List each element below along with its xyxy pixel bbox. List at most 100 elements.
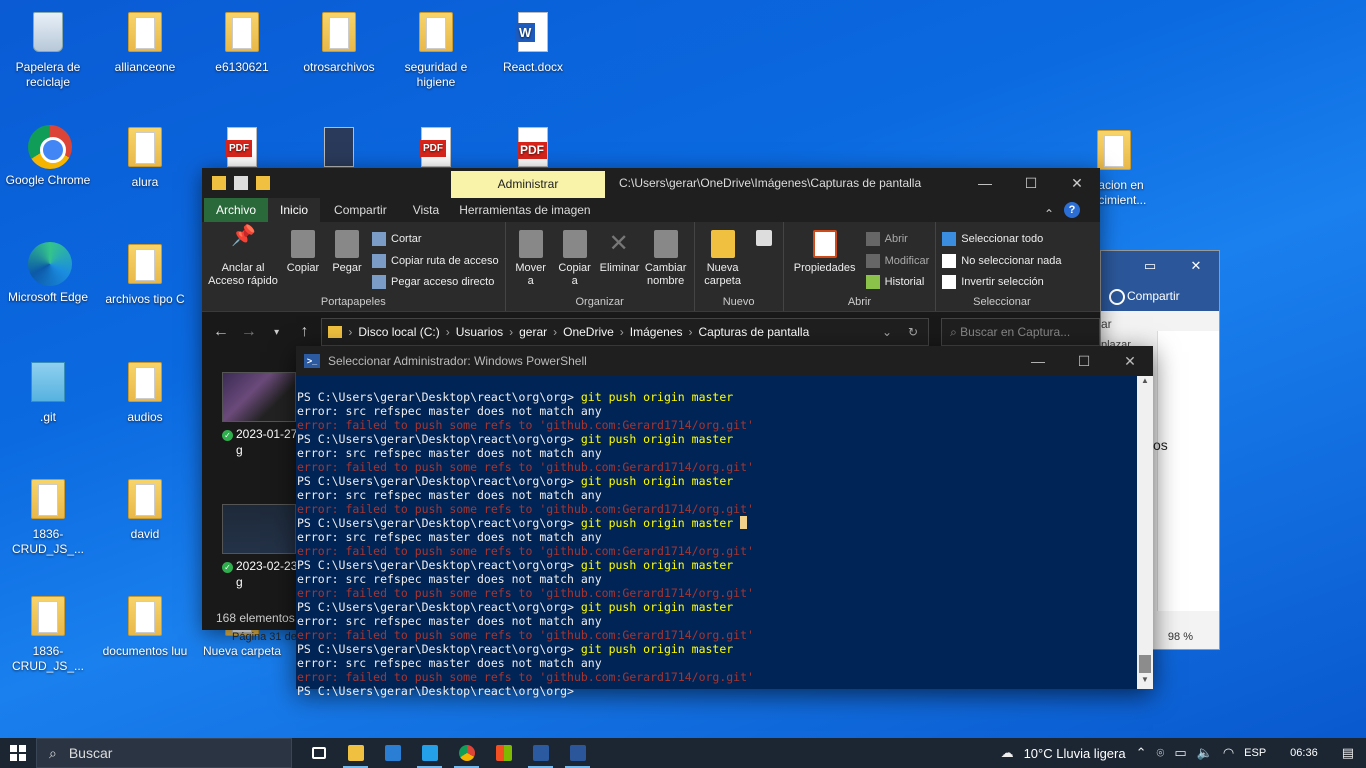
weather-icon[interactable]: ☁ bbox=[1001, 745, 1014, 761]
select-all-button[interactable]: Seleccionar todo bbox=[942, 230, 1061, 248]
share-button[interactable]: Compartir bbox=[1101, 281, 1219, 311]
tab-archivo[interactable]: Archivo bbox=[204, 198, 269, 222]
breadcrumb-item[interactable]: OneDrive bbox=[563, 325, 614, 339]
history-button[interactable]: Historial bbox=[865, 273, 930, 291]
tab-vista[interactable]: Vista bbox=[401, 198, 451, 222]
breadcrumb-item[interactable]: Capturas de pantalla bbox=[699, 325, 810, 339]
invert-selection-button[interactable]: Invertir selección bbox=[942, 273, 1061, 291]
properties-icon[interactable] bbox=[234, 176, 248, 190]
close-icon[interactable]: ✕ bbox=[1173, 251, 1219, 281]
zoom-level[interactable]: 98 % bbox=[1168, 631, 1193, 643]
open-button[interactable]: Abrir bbox=[865, 230, 930, 248]
folder-icon[interactable] bbox=[212, 176, 226, 190]
desktop-icon-label: React.docx bbox=[502, 60, 564, 74]
forward-arrow-icon[interactable]: → bbox=[238, 323, 260, 341]
taskbar-file-explorer[interactable] bbox=[337, 738, 374, 768]
copy-button[interactable]: Copiar bbox=[284, 228, 322, 291]
maximize-icon[interactable]: ☐ bbox=[1008, 168, 1054, 198]
task-view-button[interactable] bbox=[300, 738, 337, 768]
desktop-icon-david[interactable]: david bbox=[97, 477, 193, 542]
language-indicator[interactable]: ESP bbox=[1244, 747, 1266, 759]
meet-now-icon[interactable]: ⌾ bbox=[1157, 745, 1165, 761]
file-name[interactable]: ✓ 2023-02-23 g bbox=[222, 558, 297, 590]
chevron-down-icon[interactable]: ⌄ bbox=[882, 325, 892, 339]
notifications-icon[interactable]: ▤ bbox=[1342, 745, 1354, 761]
desktop-icon-react-docx[interactable]: W React.docx bbox=[485, 10, 581, 75]
breadcrumb-item[interactable]: Disco local (C:) bbox=[358, 325, 439, 339]
maximize-icon[interactable]: ☐ bbox=[1061, 346, 1107, 376]
desktop-icon-edge[interactable]: Microsoft Edge bbox=[0, 242, 96, 305]
desktop-icon-recycle-bin[interactable]: Papelera de reciclaje bbox=[0, 10, 96, 90]
taskbar-chrome[interactable] bbox=[448, 738, 485, 768]
recent-chevron-icon[interactable]: ▾ bbox=[266, 327, 288, 338]
copy-path-button[interactable]: Copiar ruta de acceso bbox=[372, 252, 499, 270]
desktop-icon-audios[interactable]: audios bbox=[97, 360, 193, 425]
console-output[interactable]: PS C:\Users\gerar\Desktop\react\org\org>… bbox=[296, 376, 1153, 726]
taskbar-powershell[interactable] bbox=[522, 738, 559, 768]
desktop-icon-crud-2[interactable]: 1836-CRUD_JS_... bbox=[0, 594, 96, 674]
search-input[interactable]: ⌕ Buscar en Captura... bbox=[941, 318, 1101, 346]
minimize-icon[interactable]: ▭ bbox=[1127, 251, 1173, 281]
file-thumbnail[interactable] bbox=[222, 504, 296, 554]
breadcrumb-item[interactable]: gerar bbox=[519, 325, 547, 339]
new-folder-button[interactable]: Nueva carpeta bbox=[701, 228, 745, 291]
taskbar-store[interactable] bbox=[485, 738, 522, 768]
close-icon[interactable]: ✕ bbox=[1107, 346, 1153, 376]
minimize-icon[interactable]: — bbox=[962, 168, 1008, 198]
scrollbar-thumb[interactable] bbox=[1139, 655, 1151, 673]
rename-button[interactable]: Cambiar nombre bbox=[644, 228, 688, 291]
breadcrumb[interactable]: › Disco local (C:) › Usuarios › gerar › One… bbox=[321, 318, 930, 346]
tab-inicio[interactable]: Inicio bbox=[268, 198, 321, 222]
pin-quick-access-button[interactable]: 📌 Anclar al Acceso rápido bbox=[208, 226, 278, 291]
refresh-icon[interactable]: ↻ bbox=[898, 325, 928, 339]
back-arrow-icon[interactable]: ← bbox=[210, 323, 232, 341]
scroll-up-icon[interactable]: ▲ bbox=[1137, 376, 1153, 390]
close-icon[interactable]: ✕ bbox=[1054, 168, 1100, 198]
start-button[interactable] bbox=[0, 738, 36, 768]
desktop-icon-archivos-c[interactable]: archivos tipo C bbox=[97, 242, 193, 307]
tab-herramientas-imagen[interactable]: Herramientas de imagen bbox=[451, 198, 598, 222]
volume-icon[interactable]: 🔈 bbox=[1197, 745, 1213, 761]
taskbar-search[interactable]: ⌕ Buscar bbox=[36, 738, 292, 768]
file-name[interactable]: ✓ 2023-01-27 g bbox=[222, 426, 297, 458]
copy-to-button[interactable]: Copiar a bbox=[556, 228, 594, 291]
tab-administrar[interactable]: Administrar bbox=[451, 171, 605, 198]
file-thumbnail[interactable] bbox=[222, 372, 296, 422]
desktop-icon-alura[interactable]: alura bbox=[97, 125, 193, 190]
taskbar-vscode[interactable] bbox=[411, 738, 448, 768]
desktop-icon-git[interactable]: .git bbox=[0, 360, 96, 425]
scroll-down-icon[interactable]: ▼ bbox=[1137, 675, 1153, 689]
edit-button[interactable]: Modificar bbox=[865, 252, 929, 270]
battery-icon[interactable]: ▭ bbox=[1174, 745, 1186, 761]
desktop-icon-chrome[interactable]: Google Chrome bbox=[0, 125, 96, 188]
tab-compartir[interactable]: Compartir bbox=[320, 198, 401, 222]
desktop-icon-crud-1[interactable]: 1836-CRUD_JS_... bbox=[0, 477, 96, 557]
paste-button[interactable]: Pegar bbox=[328, 228, 366, 291]
up-arrow-icon[interactable]: ↑ bbox=[294, 323, 316, 341]
taskbar-word[interactable] bbox=[559, 738, 596, 768]
wifi-icon[interactable]: ◠ bbox=[1223, 745, 1234, 761]
minimize-icon[interactable]: — bbox=[1015, 346, 1061, 376]
paste-shortcut-button[interactable]: Pegar acceso directo bbox=[372, 273, 499, 291]
desktop-icon-e6130621[interactable]: e6130621 bbox=[194, 10, 290, 75]
breadcrumb-item[interactable]: Usuarios bbox=[456, 325, 503, 339]
new-folder-icon[interactable] bbox=[256, 176, 270, 190]
new-item-button[interactable] bbox=[751, 228, 777, 291]
desktop-icon-otrosarchivos[interactable]: otrosarchivos bbox=[291, 10, 387, 75]
help-icon[interactable]: ? bbox=[1064, 202, 1080, 218]
breadcrumb-item[interactable]: Imágenes bbox=[630, 325, 683, 339]
properties-button[interactable]: Propiedades bbox=[790, 228, 860, 291]
file-icon bbox=[319, 127, 359, 171]
desktop-icon-documentos-luu[interactable]: documentos luu bbox=[97, 594, 193, 659]
clock[interactable]: 06:36 bbox=[1276, 747, 1332, 759]
weather-text[interactable]: 10°C Lluvia ligera bbox=[1024, 746, 1126, 761]
taskbar-mail[interactable] bbox=[374, 738, 411, 768]
cut-button[interactable]: Cortar bbox=[372, 230, 499, 248]
desktop-icon-allianceone[interactable]: allianceone bbox=[97, 10, 193, 75]
move-to-button[interactable]: Mover a bbox=[512, 228, 550, 291]
desktop-icon-seguridad[interactable]: seguridad e higiene bbox=[388, 10, 484, 90]
chevron-up-icon[interactable]: ⌃ bbox=[1136, 745, 1147, 761]
scrollbar[interactable]: ▲ ▼ bbox=[1137, 376, 1153, 689]
delete-button[interactable]: ✕ Eliminar bbox=[600, 228, 640, 291]
select-none-button[interactable]: No seleccionar nada bbox=[942, 252, 1062, 270]
